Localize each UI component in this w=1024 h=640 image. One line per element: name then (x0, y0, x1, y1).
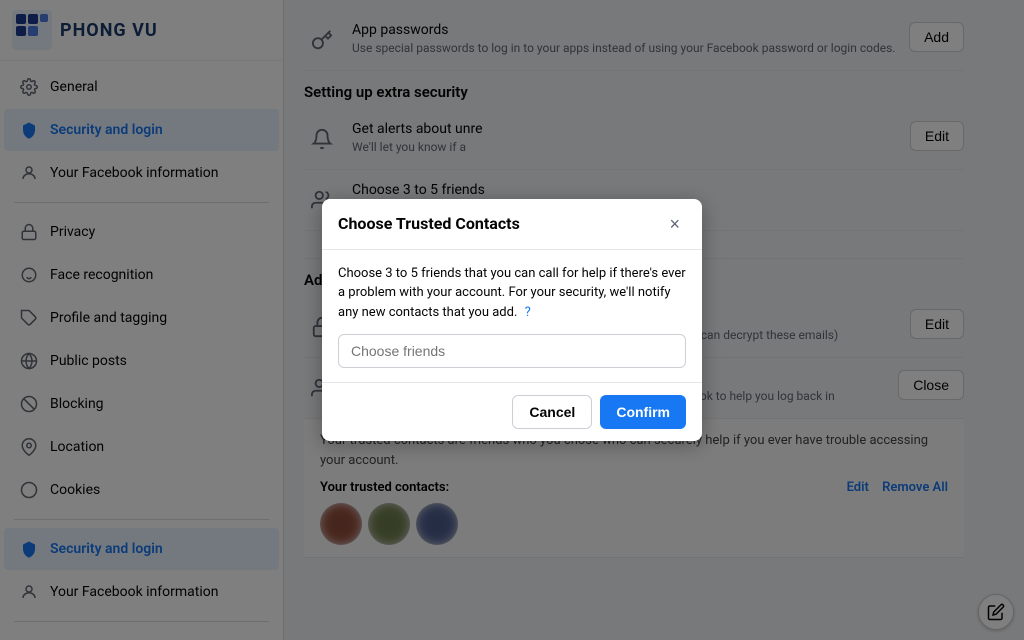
modal-overlay[interactable]: Choose Trusted Contacts × Choose 3 to 5 … (0, 0, 1024, 640)
modal-help-link[interactable]: ? (525, 305, 531, 320)
choose-trusted-contacts-modal: Choose Trusted Contacts × Choose 3 to 5 … (322, 199, 702, 442)
choose-friends-input[interactable] (338, 334, 686, 368)
modal-cancel-button[interactable]: Cancel (512, 395, 592, 429)
modal-header: Choose Trusted Contacts × (322, 199, 702, 250)
modal-footer: Cancel Confirm (322, 382, 702, 441)
modal-confirm-button[interactable]: Confirm (600, 395, 686, 429)
modal-description: Choose 3 to 5 friends that you can call … (338, 264, 686, 323)
modal-title: Choose Trusted Contacts (338, 214, 520, 233)
modal-body: Choose 3 to 5 friends that you can call … (322, 250, 702, 383)
modal-desc-text: Choose 3 to 5 friends that you can call … (338, 266, 686, 320)
modal-close-button[interactable]: × (663, 213, 686, 235)
